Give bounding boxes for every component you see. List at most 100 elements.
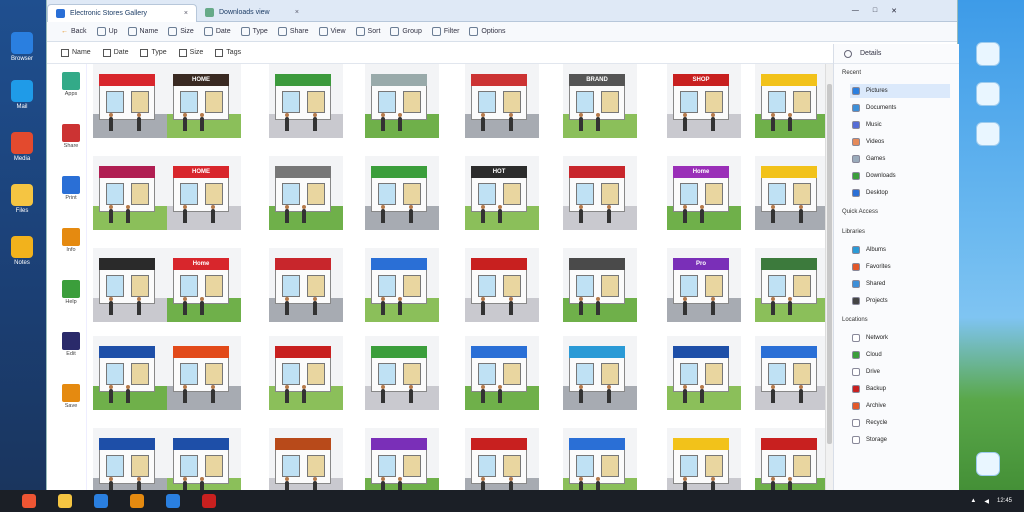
nav-item-pictures[interactable]: Pictures: [850, 84, 950, 98]
store-thumbnail[interactable]: [269, 64, 343, 138]
nav-item-drive[interactable]: Drive: [850, 365, 950, 379]
toolbar-size-button[interactable]: Size: [168, 27, 194, 36]
side-item-print[interactable]: Print: [59, 176, 83, 201]
widget-icon[interactable]: [976, 42, 1000, 66]
store-thumbnail[interactable]: SHOP: [667, 64, 741, 138]
side-item-info[interactable]: Info: [59, 228, 83, 253]
store-thumbnail[interactable]: [365, 64, 439, 138]
column-name-button[interactable]: Name: [61, 48, 91, 57]
store-thumbnail[interactable]: [167, 336, 241, 410]
store-thumbnail[interactable]: [93, 64, 167, 138]
toolbar-filter-button[interactable]: Filter: [431, 27, 459, 36]
store-thumbnail[interactable]: [465, 336, 539, 410]
store-thumbnail[interactable]: [755, 248, 829, 322]
nav-item-favorites[interactable]: Favorites: [850, 260, 950, 274]
store-thumbnail[interactable]: [93, 248, 167, 322]
store-thumbnail[interactable]: [465, 64, 539, 138]
tab-downloads[interactable]: Downloads view ×: [197, 4, 307, 22]
nav-item-network[interactable]: Network: [850, 331, 950, 345]
edge-icon[interactable]: Browser: [7, 32, 37, 62]
mail-icon[interactable]: Mail: [7, 80, 37, 110]
store-thumbnail[interactable]: [465, 248, 539, 322]
store-thumbnail[interactable]: [93, 336, 167, 410]
close-tab-icon[interactable]: ×: [184, 10, 188, 17]
store-thumbnail[interactable]: [365, 248, 439, 322]
store-thumbnail[interactable]: [755, 64, 829, 138]
store-thumbnail[interactable]: Pro: [667, 248, 741, 322]
note-icon[interactable]: Notes: [7, 236, 37, 266]
store-thumbnail[interactable]: BRAND: [563, 64, 637, 138]
volume-icon[interactable]: ◀: [984, 498, 989, 505]
side-item-share[interactable]: Share: [59, 124, 83, 149]
store-thumbnail[interactable]: [563, 336, 637, 410]
store-thumbnail[interactable]: [365, 156, 439, 230]
nav-item-storage[interactable]: Storage: [850, 433, 950, 447]
tab-gallery[interactable]: Electronic Stores Gallery ×: [47, 3, 197, 22]
store-icon[interactable]: [166, 494, 180, 508]
store-thumbnail[interactable]: [269, 156, 343, 230]
store-thumbnail[interactable]: [365, 336, 439, 410]
scrollbar-thumb[interactable]: [827, 84, 832, 444]
toolbar-view-button[interactable]: View: [318, 27, 346, 36]
nav-item-documents[interactable]: Documents: [850, 101, 950, 115]
browser-icon[interactable]: [94, 494, 108, 508]
store-thumbnail[interactable]: Home: [667, 156, 741, 230]
store-thumbnail[interactable]: [667, 336, 741, 410]
store-thumbnail[interactable]: HOT: [465, 156, 539, 230]
store-thumbnail[interactable]: HOME: [167, 64, 241, 138]
clock[interactable]: 12:45: [997, 498, 1012, 504]
nav-item-recycle[interactable]: Recycle: [850, 416, 950, 430]
side-item-edit[interactable]: Edit: [59, 332, 83, 357]
side-item-help[interactable]: Help: [59, 280, 83, 305]
store-thumbnail[interactable]: [269, 336, 343, 410]
vertical-scrollbar[interactable]: [825, 64, 833, 490]
nav-item-games[interactable]: Games: [850, 152, 950, 166]
column-type-button[interactable]: Type: [140, 48, 167, 57]
store-thumbnail[interactable]: [563, 156, 637, 230]
widget-icon[interactable]: [976, 122, 1000, 146]
explorer-icon[interactable]: [58, 494, 72, 508]
toolbar-group-button[interactable]: Group: [390, 27, 422, 36]
toolbar-up-button[interactable]: Up: [96, 27, 118, 36]
column-tags-button[interactable]: Tags: [215, 48, 241, 57]
media-icon[interactable]: [202, 494, 216, 508]
store-thumbnail[interactable]: HOME: [167, 156, 241, 230]
files-icon[interactable]: [130, 494, 144, 508]
store-thumbnail[interactable]: [755, 336, 829, 410]
store-thumbnail[interactable]: [93, 156, 167, 230]
section-header[interactable]: Quick Access: [842, 209, 878, 215]
media-icon[interactable]: Media: [7, 132, 37, 162]
settings-icon[interactable]: [976, 452, 1000, 476]
toolbar-sort-button[interactable]: Sort: [355, 27, 380, 36]
column-date-button[interactable]: Date: [102, 48, 128, 57]
section-header[interactable]: Libraries: [842, 229, 865, 235]
section-header[interactable]: Locations: [842, 317, 868, 323]
widget-icon[interactable]: [976, 82, 1000, 106]
close-button[interactable]: ✕: [891, 7, 897, 15]
nav-item-backup[interactable]: Backup: [850, 382, 950, 396]
store-thumbnail[interactable]: [269, 248, 343, 322]
section-header[interactable]: Recent: [842, 70, 861, 76]
store-thumbnail[interactable]: Home: [167, 248, 241, 322]
store-thumbnail[interactable]: [755, 156, 829, 230]
column-size-button[interactable]: Size: [178, 48, 203, 57]
nav-item-projects[interactable]: Projects: [850, 294, 950, 308]
store-thumbnail[interactable]: [563, 248, 637, 322]
nav-item-albums[interactable]: Albums: [850, 243, 950, 257]
toolbar-back-button[interactable]: ← Back: [61, 28, 87, 35]
toolbar-options-button[interactable]: Options: [469, 27, 506, 36]
maximize-button[interactable]: □: [873, 7, 877, 14]
nav-item-cloud[interactable]: Cloud: [850, 348, 950, 362]
nav-item-archive[interactable]: Archive: [850, 399, 950, 413]
folder-icon[interactable]: Files: [7, 184, 37, 214]
nav-item-music[interactable]: Music: [850, 118, 950, 132]
toolbar-type-button[interactable]: Type: [240, 27, 268, 36]
start-icon[interactable]: [22, 494, 36, 508]
toolbar-name-button[interactable]: Name: [127, 27, 158, 36]
nav-item-desktop[interactable]: Desktop: [850, 186, 950, 200]
nav-item-shared[interactable]: Shared: [850, 277, 950, 291]
nav-item-downloads[interactable]: Downloads: [850, 169, 950, 183]
toolbar-date-button[interactable]: Date: [203, 27, 231, 36]
side-item-apps[interactable]: Apps: [59, 72, 83, 97]
toolbar-share-button[interactable]: Share: [277, 27, 309, 36]
